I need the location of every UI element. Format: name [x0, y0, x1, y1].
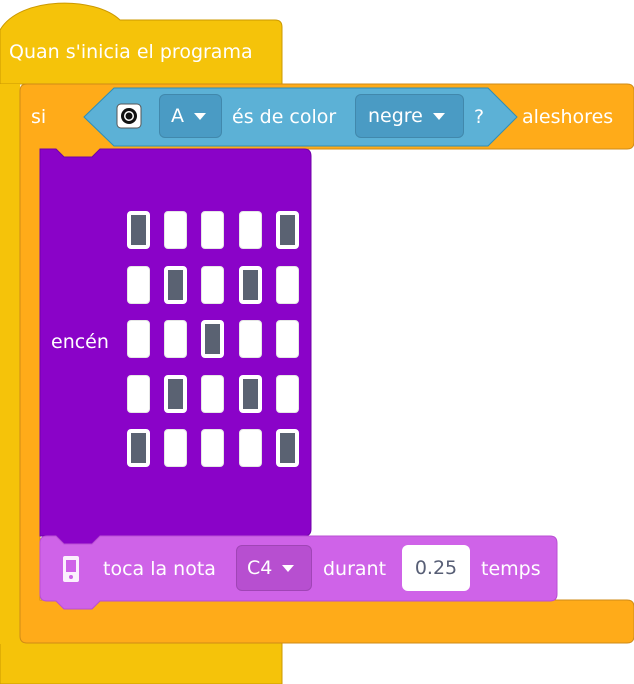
led-on[interactable]: [238, 374, 262, 413]
question-mark: ?: [474, 106, 485, 128]
note-value: C4: [247, 557, 273, 579]
event-hat-side: [0, 84, 20, 644]
led-off[interactable]: [201, 211, 225, 249]
play-note-label: toca la nota: [103, 558, 216, 580]
led-off[interactable]: [201, 265, 225, 304]
led-off[interactable]: [238, 429, 262, 467]
led-on[interactable]: [275, 429, 299, 467]
led-on[interactable]: [201, 320, 225, 358]
hat-label: Quan s'inicia el programa: [9, 41, 253, 63]
beats-label: temps: [481, 558, 541, 580]
led-off[interactable]: [164, 320, 188, 358]
led-off[interactable]: [164, 211, 188, 249]
led-off[interactable]: [127, 320, 150, 358]
port-dropdown[interactable]: A: [159, 94, 222, 138]
port-value: A: [171, 105, 184, 127]
chevron-down-icon: [282, 564, 295, 572]
led-on[interactable]: [275, 211, 299, 249]
note-dropdown[interactable]: C4: [236, 545, 312, 591]
display-label: encén: [51, 331, 109, 353]
chevron-down-icon: [432, 112, 445, 120]
led-off[interactable]: [201, 429, 225, 467]
beats-input[interactable]: 0.25: [402, 545, 470, 591]
led-off[interactable]: [127, 374, 150, 413]
chevron-down-icon: [194, 112, 206, 120]
led-on[interactable]: [127, 211, 150, 249]
led-off[interactable]: [127, 265, 150, 304]
beats-value: 0.25: [414, 557, 458, 579]
led-off[interactable]: [201, 374, 225, 413]
color-value: negre: [368, 105, 423, 127]
led-off[interactable]: [164, 429, 188, 467]
led-off[interactable]: [275, 374, 299, 413]
led-on[interactable]: [127, 429, 150, 467]
led-off[interactable]: [275, 265, 299, 304]
led-on[interactable]: [164, 374, 188, 413]
light-sensor-icon: [116, 103, 142, 129]
then-label: aleshores: [522, 106, 614, 128]
led-on[interactable]: [238, 265, 262, 304]
led-off[interactable]: [238, 320, 262, 358]
condition-label: és de color: [232, 106, 337, 128]
if-label: si: [31, 106, 47, 128]
led-off[interactable]: [238, 211, 262, 249]
microbit-icon: [63, 556, 79, 582]
color-dropdown[interactable]: negre: [355, 94, 464, 138]
led-on[interactable]: [164, 265, 188, 304]
duration-label: durant: [323, 558, 387, 580]
led-off[interactable]: [275, 320, 299, 358]
